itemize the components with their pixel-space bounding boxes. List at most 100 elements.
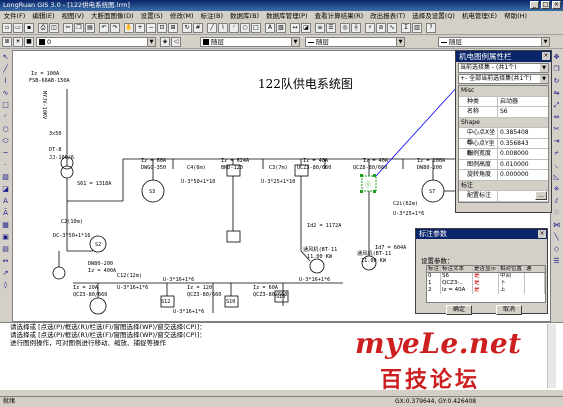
prop-row[interactable]: 中心点Y坐标 0.356843 [459,138,548,157]
calc-icon[interactable]: Σ [401,23,411,33]
draw-ellipse-icon[interactable]: ⬭ [1,137,10,146]
arc-icon[interactable]: ◜ [229,23,239,33]
cable-icon[interactable]: ∿ [387,23,397,33]
draw-polyline-icon[interactable]: ⌇ [1,77,10,86]
copy-icon[interactable]: ❐ [74,23,84,33]
draw-rect-icon[interactable]: □ [1,101,10,110]
linetype-select[interactable]: 随层 ▼ [305,37,405,47]
modify-extend-icon[interactable]: ⇥ [552,137,561,146]
group-shape[interactable]: Shape [459,117,548,128]
maximize-button[interactable]: □ [541,1,550,9]
layer-select[interactable]: 0 ▼ [36,37,156,47]
draw-mtext-icon[interactable]: Ā [1,209,10,218]
refresh-icon[interactable]: ↻ [182,23,192,33]
prop-row[interactable]: 图例宽度 0.008000 [459,149,548,160]
draw-point-icon[interactable]: · [1,161,10,170]
menu-annotate[interactable]: 标注(B) [197,11,227,21]
table-row[interactable]: 2 Iz = 40A 是 上 [427,287,545,294]
insert-image-icon[interactable]: ▣ [1,233,10,242]
menu-database[interactable]: 数据库(B) [227,11,263,21]
group-annotation[interactable]: 标注 [459,180,548,191]
command-scrollbar[interactable] [547,324,556,388]
minimize-button[interactable]: _ [530,1,539,9]
props-icon[interactable]: ☰ [326,23,336,33]
draw-curve-icon[interactable]: ∿ [1,89,10,98]
cancel-button[interactable]: 取消 [496,305,522,315]
table-icon[interactable]: ▤ [1,245,10,254]
erase-icon[interactable]: ◊ [1,281,10,290]
dimension-icon[interactable]: ↔ [1,257,10,266]
menu-section[interactable]: 大断面图像(D) [88,11,138,21]
modify-array-icon[interactable]: ⁙ [552,209,561,218]
draw-circle-icon[interactable]: ○ [1,125,10,134]
menu-settings[interactable]: 设置(S) [137,11,166,21]
zoom-window-icon[interactable]: ⊡ [157,23,167,33]
modify-stretch-icon[interactable]: ⇔ [552,113,561,122]
cut-icon[interactable]: ✂ [63,23,73,33]
text-icon[interactable]: A [265,23,275,33]
open-icon[interactable]: ▭ [13,23,23,33]
pan-icon[interactable]: ✋ [124,23,134,33]
ortho-icon[interactable]: ┼ [351,23,361,33]
draw-spline-icon[interactable]: ~ [1,149,10,158]
switch-icon[interactable]: ⊘ [376,23,386,33]
menu-report[interactable]: 改出报表(T) [367,11,409,21]
menu-select[interactable]: 选择及设置(Q) [409,11,459,21]
draw-line-icon[interactable]: ╱ [1,65,10,74]
lock-icon[interactable]: ■ [24,37,34,47]
snap-icon[interactable]: ◎ [340,23,350,33]
print-icon[interactable]: ⎙ [38,23,48,33]
menu-file[interactable]: 文件(F) [0,11,29,21]
draw-arc-icon[interactable]: ◜ [1,113,10,122]
selection-set-dropdown[interactable]: 当前选择集 - (共1个) ▼ [458,63,549,73]
modify-trim-icon[interactable]: ✂ [552,125,561,134]
dialog-close-icon[interactable]: × [538,230,546,238]
new-icon[interactable]: ▫ [2,23,12,33]
layer-manager-icon[interactable]: ≣ [2,37,12,47]
modify-copy-icon[interactable]: ❐ [552,65,561,74]
leader-icon[interactable]: ↗ [1,269,10,278]
area-icon[interactable]: ◪ [301,23,311,33]
zoom-in-icon[interactable]: + [135,23,145,33]
close-button[interactable]: × [552,1,561,9]
paste-icon[interactable]: ▤ [85,23,95,33]
draw-region-icon[interactable]: ◪ [1,185,10,194]
make-current-icon[interactable]: ◈ [160,37,170,47]
browse-button[interactable]: ... [535,191,547,200]
draw-text-icon[interactable]: A [1,197,10,206]
prop-row[interactable]: 图例高度 0.010000 [459,159,548,170]
save-icon[interactable]: ▪ [24,23,34,33]
preview-icon[interactable]: ◫ [49,23,59,33]
help-icon[interactable]: ? [426,23,436,33]
circle-icon[interactable]: ○ [240,23,250,33]
layer-icon[interactable]: ≡ [315,23,325,33]
table-row[interactable]: 0 S6 是 中间 [427,273,545,280]
rect-icon[interactable]: □ [251,23,261,33]
menu-electro[interactable]: 机电管理(E) [458,11,500,21]
line-icon[interactable]: ╱ [207,23,217,33]
color-select[interactable]: 随层 ▼ [200,37,300,47]
report-icon[interactable]: ▥ [412,23,422,33]
modify-chamfer-icon[interactable]: ◺ [552,173,561,182]
modify-move-icon[interactable]: ✥ [552,53,561,62]
prop-row[interactable]: 名称 S6 [459,107,548,118]
modify-rotate-icon[interactable]: ↻ [552,77,561,86]
modify-mirror-icon[interactable]: ⇋ [552,89,561,98]
prop-row[interactable]: 种类 启动器 [459,96,548,107]
selection-tree-dropdown[interactable]: +- 全部当前选择集(共1个) ▼ [458,74,549,84]
ok-button[interactable]: 确定 [446,305,472,315]
draw-hatch-icon[interactable]: ▧ [1,173,10,182]
menu-help[interactable]: 帮助(H) [501,11,531,21]
zoom-out-icon[interactable]: − [146,23,156,33]
modify-offset-icon[interactable]: ⫽ [552,197,561,206]
modify-erase-icon[interactable]: ◇ [552,245,561,254]
redo-icon[interactable]: ↷ [110,23,120,33]
group-misc[interactable]: Misc [459,86,548,97]
modify-fillet-icon[interactable]: ◟ [552,161,561,170]
electro-icon[interactable]: ⚡ [365,23,375,33]
prop-row-annotation[interactable]: 配置标注... [459,191,548,202]
menu-db-manage[interactable]: 数据库管理(P) [263,11,312,21]
modify-explode-icon[interactable]: ✳ [552,185,561,194]
menu-view[interactable]: 视图(V) [58,11,88,21]
grid-icon[interactable]: # [193,23,203,33]
